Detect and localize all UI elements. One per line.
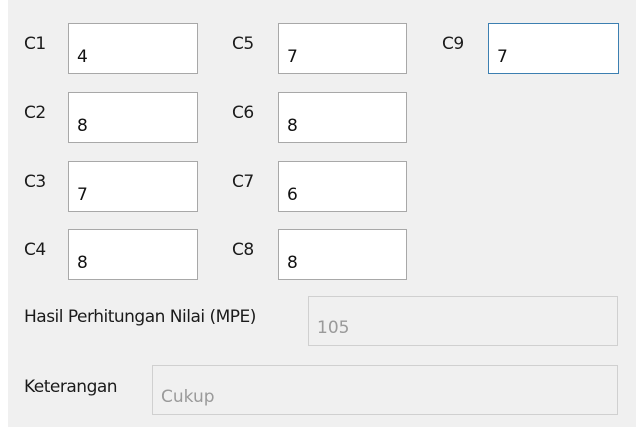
result-output <box>308 296 618 346</box>
c5-label: C5 <box>232 34 254 54</box>
c3-input[interactable] <box>68 161 198 212</box>
c7-input[interactable] <box>278 161 407 212</box>
c6-input[interactable] <box>278 92 407 143</box>
c4-label: C4 <box>24 240 46 260</box>
c9-input[interactable] <box>488 23 619 74</box>
c7-label: C7 <box>232 172 254 192</box>
c1-label: C1 <box>24 34 46 54</box>
remark-label: Keterangan <box>24 377 118 397</box>
c4-input[interactable] <box>68 229 198 280</box>
c3-label: C3 <box>24 172 46 192</box>
c9-label: C9 <box>442 34 464 54</box>
c5-input[interactable] <box>278 23 407 74</box>
criteria-form-panel: C1 C2 C3 C4 C5 C6 C7 C8 C9 Hasil Perhitu… <box>8 0 636 427</box>
result-label: Hasil Perhitungan Nilai (MPE) <box>24 307 256 327</box>
c2-label: C2 <box>24 103 46 123</box>
remark-output <box>152 365 618 415</box>
c8-input[interactable] <box>278 229 407 280</box>
c8-label: C8 <box>232 240 254 260</box>
c2-input[interactable] <box>68 92 198 143</box>
c6-label: C6 <box>232 103 254 123</box>
c1-input[interactable] <box>68 23 198 74</box>
